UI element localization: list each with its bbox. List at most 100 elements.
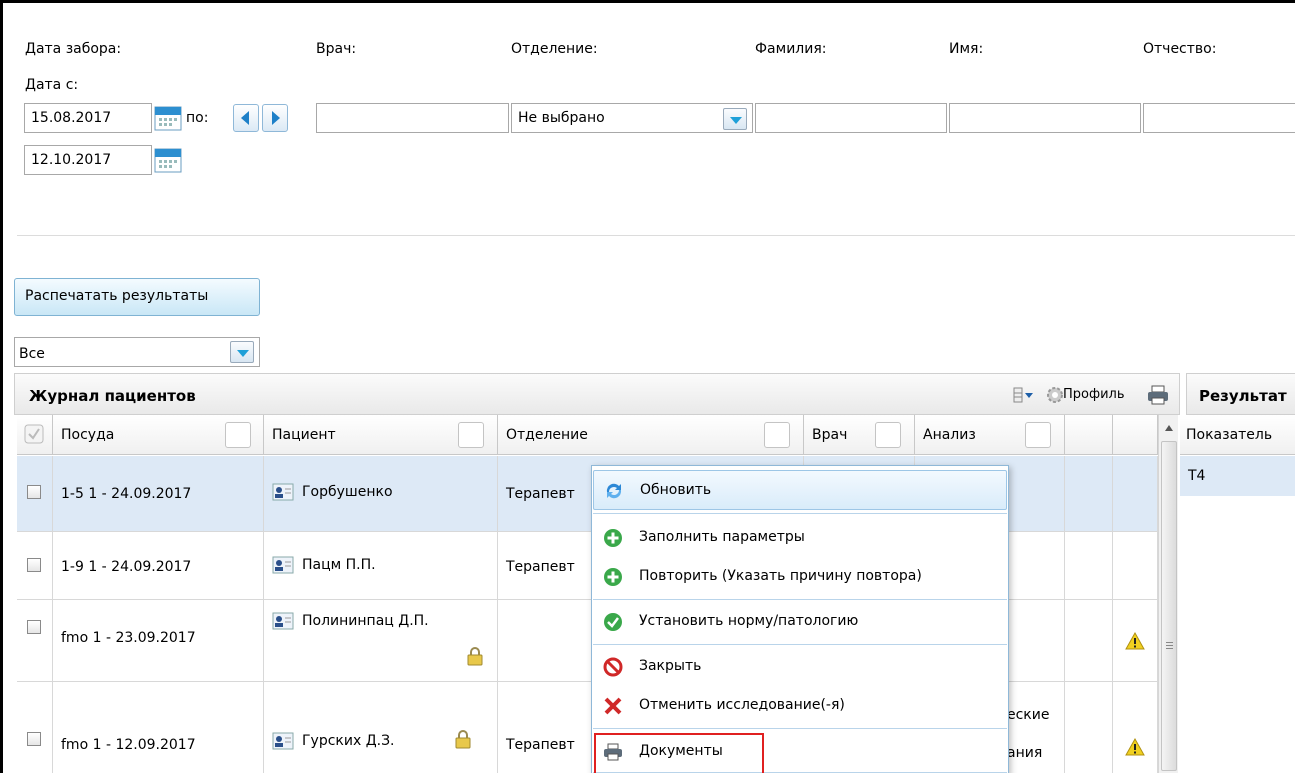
row-dish: 1-9 1 - 24.09.2017 bbox=[53, 532, 264, 599]
menu-item-label: Установить норму/патологию bbox=[639, 613, 859, 629]
results-grid-header: Показатель bbox=[1180, 415, 1295, 455]
highlight-frame bbox=[594, 733, 764, 773]
results-row[interactable]: Т4 bbox=[1180, 456, 1295, 496]
row-status bbox=[1113, 532, 1158, 599]
row-dish: fmo 1 - 12.09.2017 bbox=[53, 682, 264, 773]
context-menu: Обновить Заполнить параметры Повторить (… bbox=[591, 465, 1009, 773]
column-header-extra bbox=[1065, 415, 1113, 455]
calendar-icon[interactable] bbox=[153, 103, 185, 133]
row-checkbox-cell bbox=[17, 682, 53, 773]
menu-item-label: Отменить исследование(-я) bbox=[639, 697, 845, 713]
lock-icon bbox=[467, 647, 483, 666]
journal-title: Журнал пациентов bbox=[29, 387, 196, 405]
row-patient-name: Полининпац Д.П. bbox=[302, 613, 429, 629]
menu-item-cancel-study[interactable]: Отменить исследование(-я) bbox=[593, 686, 1007, 726]
check-all-icon bbox=[24, 424, 44, 444]
row-patient-name: Горбушенко bbox=[302, 484, 393, 500]
lastname-input[interactable] bbox=[755, 103, 947, 133]
row-checkbox[interactable] bbox=[27, 732, 41, 746]
doctor-label: Врач: bbox=[316, 41, 357, 57]
row-checkbox-cell bbox=[17, 532, 53, 599]
menu-separator bbox=[593, 728, 1007, 729]
patient-card-icon bbox=[272, 612, 294, 630]
menu-item-label: Заполнить параметры bbox=[639, 529, 805, 545]
menu-separator bbox=[593, 599, 1007, 600]
row-patient: Горбушенко bbox=[264, 456, 498, 531]
gear-icon[interactable] bbox=[1045, 385, 1065, 405]
column-header-department[interactable]: Отделение bbox=[498, 415, 804, 455]
column-header-status bbox=[1113, 415, 1158, 455]
patronymic-label: Отчество: bbox=[1143, 41, 1217, 57]
print-results-button[interactable]: Распечатать результаты bbox=[14, 278, 260, 316]
app-frame: Дата забора: Дата с: Врач: Отделение: Фа… bbox=[0, 0, 1295, 773]
row-checkbox-cell bbox=[17, 600, 53, 681]
column-filter-button[interactable] bbox=[458, 422, 484, 448]
menu-item-set-norm[interactable]: Установить норму/патологию bbox=[593, 602, 1007, 642]
row-checkbox[interactable] bbox=[27, 485, 41, 499]
row-checkbox[interactable] bbox=[27, 558, 41, 572]
menu-item-refresh[interactable]: Обновить bbox=[593, 470, 1007, 510]
menu-separator bbox=[593, 644, 1007, 645]
column-filter-button[interactable] bbox=[1025, 422, 1051, 448]
column-header-doctor-label: Врач bbox=[812, 427, 848, 443]
row-extra bbox=[1065, 532, 1113, 599]
refresh-icon bbox=[606, 483, 622, 499]
select-all-cell[interactable] bbox=[17, 415, 53, 455]
department-select-value: Не выбрано bbox=[518, 110, 605, 126]
chevron-down-icon[interactable] bbox=[230, 341, 254, 363]
journal-panel-header: Журнал пациентов Профиль bbox=[14, 373, 1180, 415]
menu-item-fill-params[interactable]: Заполнить параметры bbox=[593, 518, 1007, 558]
plus-circle-icon bbox=[604, 529, 622, 547]
menu-item-repeat[interactable]: Повторить (Указать причину повтора) bbox=[593, 557, 1007, 597]
calendar-icon[interactable] bbox=[153, 145, 185, 175]
plus-circle-icon bbox=[604, 568, 622, 586]
date-from-label: Дата с: bbox=[25, 77, 79, 93]
row-checkbox-cell bbox=[17, 456, 53, 531]
column-header-dish-label: Посуда bbox=[61, 427, 115, 443]
vertical-scrollbar[interactable] bbox=[1158, 415, 1178, 773]
column-filter-button[interactable] bbox=[875, 422, 901, 448]
date-to-label: по: bbox=[186, 110, 209, 126]
row-dish: 1-5 1 - 24.09.2017 bbox=[53, 456, 264, 531]
row-checkbox[interactable] bbox=[27, 620, 41, 634]
chevron-down-icon[interactable] bbox=[723, 108, 747, 130]
menu-item-close[interactable]: Закрыть bbox=[593, 647, 1007, 687]
column-filter-button[interactable] bbox=[764, 422, 790, 448]
row-patient: Гурских Д.З. bbox=[264, 682, 498, 773]
row-patient-name: Гурских Д.З. bbox=[302, 733, 395, 749]
lastname-label: Фамилия: bbox=[755, 41, 827, 57]
patronymic-input[interactable] bbox=[1143, 103, 1295, 133]
doctor-input[interactable] bbox=[316, 103, 509, 133]
column-header-indicator[interactable]: Показатель bbox=[1180, 415, 1295, 455]
scroll-up-icon bbox=[1165, 425, 1173, 431]
department-select[interactable]: Не выбрано bbox=[511, 103, 753, 133]
next-period-button[interactable] bbox=[262, 104, 288, 132]
menu-item-label: Закрыть bbox=[639, 658, 702, 674]
status-filter-value: Все bbox=[19, 346, 45, 362]
row-analysis-line1: еские bbox=[1007, 707, 1050, 723]
row-status bbox=[1113, 456, 1158, 531]
filter-divider bbox=[17, 235, 1295, 236]
profile-button[interactable]: Профиль bbox=[1063, 387, 1125, 402]
warning-icon bbox=[1125, 632, 1145, 650]
scroll-thumb[interactable] bbox=[1161, 441, 1177, 771]
columns-icon[interactable] bbox=[1012, 386, 1034, 404]
collect-date-label: Дата забора: bbox=[25, 41, 122, 57]
prev-period-button[interactable] bbox=[233, 104, 259, 132]
status-filter-select[interactable]: Все bbox=[14, 337, 260, 367]
column-filter-button[interactable] bbox=[225, 422, 251, 448]
printer-icon[interactable] bbox=[1146, 384, 1170, 406]
no-entry-icon bbox=[603, 657, 623, 677]
row-extra bbox=[1065, 456, 1113, 531]
results-panel-header: Результат bbox=[1186, 373, 1295, 415]
patient-card-icon bbox=[272, 483, 294, 501]
menu-item-label: Обновить bbox=[640, 482, 712, 498]
date-to-input[interactable]: 12.10.2017 bbox=[24, 145, 152, 175]
firstname-input[interactable] bbox=[949, 103, 1141, 133]
row-extra bbox=[1065, 682, 1113, 773]
date-from-input[interactable]: 15.08.2017 bbox=[24, 103, 152, 133]
row-analysis-line2: ания bbox=[1007, 745, 1043, 761]
journal-grid-header: Посуда Пациент Отделение Врач Анализ bbox=[17, 415, 1158, 455]
column-header-department-label: Отделение bbox=[506, 427, 588, 443]
firstname-label: Имя: bbox=[949, 41, 984, 57]
